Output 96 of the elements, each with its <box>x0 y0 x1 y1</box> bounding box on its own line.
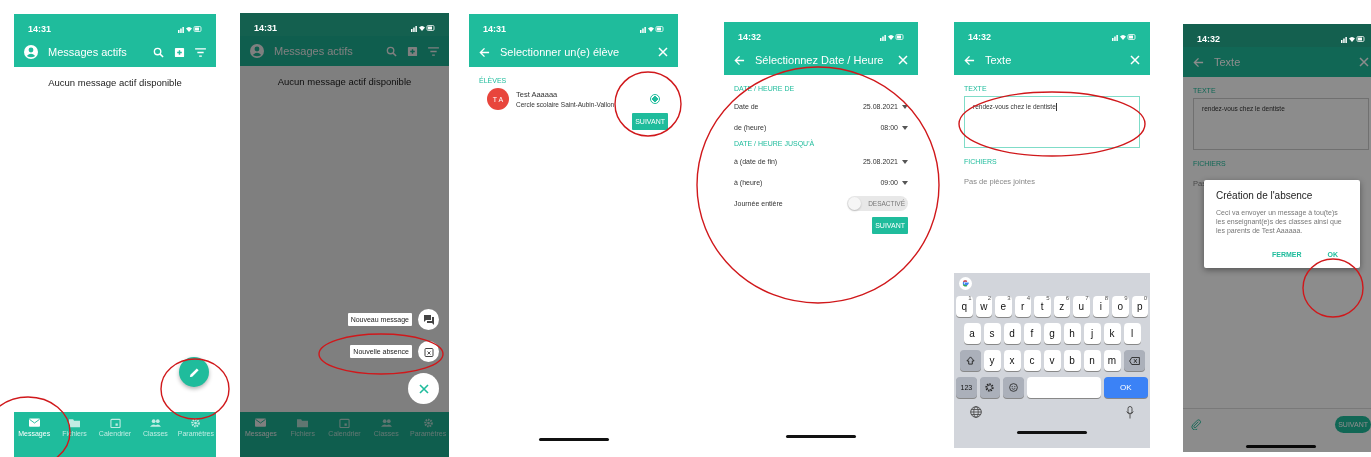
archive-icon[interactable] <box>174 46 185 58</box>
caret-icon <box>902 104 908 109</box>
close-icon[interactable] <box>898 55 908 65</box>
filter-icon[interactable] <box>195 47 206 57</box>
gear-icon <box>190 418 202 428</box>
close-icon[interactable] <box>1359 57 1369 67</box>
archive-icon[interactable] <box>407 45 418 57</box>
people-icon <box>149 418 161 428</box>
keyboard-key[interactable]: d <box>1003 323 1021 344</box>
close-icon[interactable] <box>1130 55 1140 65</box>
people-icon <box>380 418 392 428</box>
empty-message: Aucun message actif disponible <box>47 77 183 88</box>
emoji-key[interactable] <box>1003 377 1024 398</box>
keyboard-key[interactable]: l <box>1123 323 1141 344</box>
back-arrow-icon[interactable] <box>1193 56 1204 68</box>
status-time: 14:31 <box>254 23 278 33</box>
back-arrow-icon[interactable] <box>964 54 975 66</box>
gear-icon <box>422 418 434 428</box>
caret-icon <box>902 159 908 164</box>
status-time: 14:31 <box>483 24 507 34</box>
signal-wifi-battery-icon <box>178 25 202 33</box>
google-logo-icon[interactable] <box>959 277 972 290</box>
fab-action-button[interactable] <box>418 309 439 330</box>
screen-title: Texte <box>985 54 1013 66</box>
close-icon <box>418 383 429 394</box>
backspace-key[interactable] <box>1123 350 1145 371</box>
account-icon[interactable] <box>250 44 264 58</box>
folder-icon <box>69 418 81 428</box>
keyboard-key[interactable]: n <box>1083 350 1101 371</box>
caret-icon <box>902 180 908 185</box>
keyboard-key[interactable]: s <box>983 323 1001 344</box>
radio-button[interactable] <box>650 94 660 104</box>
status-time: 14:31 <box>28 24 52 34</box>
keyboard-key[interactable]: k <box>1103 323 1121 344</box>
close-icon[interactable] <box>658 47 668 57</box>
mail-icon <box>255 418 267 428</box>
calendar-icon <box>109 418 121 428</box>
edit-fab-button[interactable] <box>179 357 209 387</box>
backspace-icon <box>1128 356 1140 365</box>
close-button[interactable] <box>408 373 439 404</box>
screen-title: Messages actifs <box>274 45 354 57</box>
keyboard-key[interactable]: h <box>1063 323 1081 344</box>
settings-key[interactable] <box>979 377 1001 398</box>
status-time: 14:32 <box>1197 34 1221 44</box>
keyboard-key[interactable]: c <box>1023 350 1041 371</box>
globe-icon[interactable] <box>970 406 982 418</box>
keyboard-key[interactable]: m <box>1103 350 1121 371</box>
mail-icon <box>28 418 40 428</box>
shift-key[interactable] <box>959 350 981 371</box>
emoji-icon <box>1009 383 1019 392</box>
back-arrow-icon[interactable] <box>479 46 490 58</box>
keyboard-key[interactable]: v <box>1043 350 1061 371</box>
annotation-circle <box>160 358 230 420</box>
annotation-circle <box>1302 258 1364 318</box>
search-icon[interactable] <box>153 46 164 58</box>
chat-icon <box>423 314 434 325</box>
shift-arrow-icon <box>965 356 975 365</box>
fab-action-button[interactable] <box>418 341 439 362</box>
pencil-icon <box>188 366 200 378</box>
calendar-icon <box>423 346 434 357</box>
calendar-icon <box>339 418 350 428</box>
signal-wifi-battery-icon <box>880 33 904 41</box>
dialog-title: Création de l'absence <box>1216 190 1314 201</box>
microphone-icon[interactable] <box>1126 406 1134 419</box>
signal-wifi-battery-icon <box>1112 33 1136 41</box>
screen-title: Messages actifs <box>48 46 128 58</box>
home-indicator <box>1246 445 1316 448</box>
keyboard-key[interactable]: g <box>1043 323 1061 344</box>
paperclip-icon[interactable] <box>1191 418 1202 430</box>
search-icon[interactable] <box>386 45 397 57</box>
signal-wifi-battery-icon <box>640 25 664 33</box>
empty-message: Aucun message actif disponible <box>276 76 413 87</box>
settings-icon <box>985 383 995 392</box>
screen-title: Texte <box>1214 56 1242 68</box>
ok-key[interactable]: OK <box>1103 377 1148 398</box>
status-time: 14:32 <box>968 32 992 42</box>
filter-icon[interactable] <box>428 46 439 56</box>
home-indicator <box>538 438 609 441</box>
screen-title: Sélectionnez Date / Heure <box>755 54 885 66</box>
annotation-circle <box>614 71 682 137</box>
home-indicator <box>1017 431 1087 434</box>
screen-title: Selectionner un(e) élève <box>500 46 621 58</box>
signal-wifi-battery-icon <box>1341 35 1365 43</box>
back-arrow-icon[interactable] <box>734 54 745 66</box>
keyboard-key[interactable]: x <box>1003 350 1021 371</box>
signal-wifi-battery-icon <box>411 24 435 32</box>
keyboard-key[interactable]: f <box>1023 323 1041 344</box>
keyboard-key[interactable]: b <box>1063 350 1081 371</box>
keyboard-key[interactable]: y <box>983 350 1001 371</box>
keyboard-key[interactable]: a <box>963 323 981 344</box>
keyboard-key[interactable]: j <box>1083 323 1101 344</box>
home-indicator <box>786 435 856 438</box>
status-time: 14:32 <box>738 32 762 42</box>
account-icon[interactable] <box>24 45 38 59</box>
caret-icon <box>902 125 908 130</box>
folder-icon <box>297 418 309 428</box>
